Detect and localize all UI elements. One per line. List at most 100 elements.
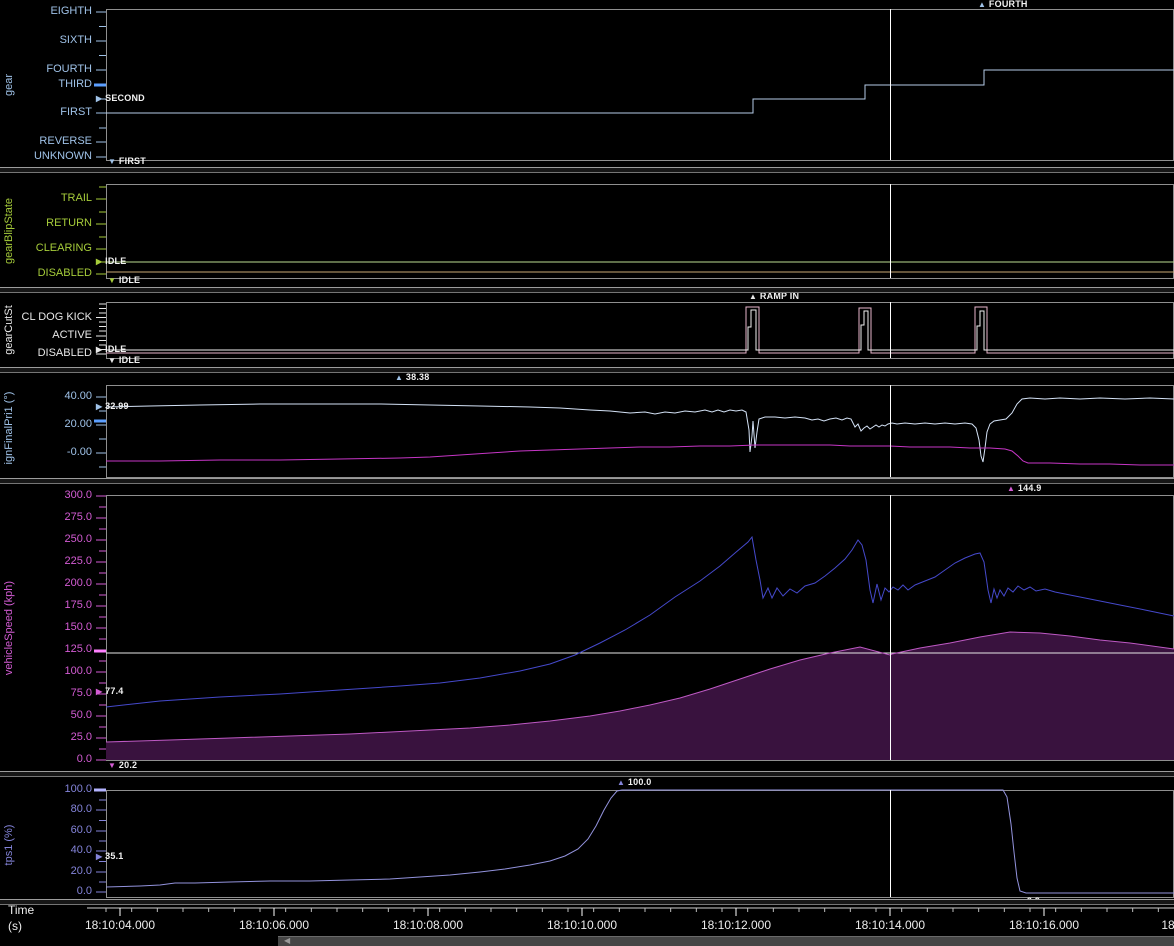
- gear-max-marker-icon: ▲: [978, 0, 986, 9]
- ignFinalPri1-cursor-marker-label: 32.99: [105, 401, 129, 411]
- time-cursor-tps1[interactable]: [890, 790, 891, 897]
- tps1-tick-label-8: 20.0: [0, 865, 92, 878]
- time-cursor-vehicleSpeed[interactable]: [890, 495, 891, 760]
- ignFinalPri1-tick-label-5: -0.00: [0, 446, 92, 459]
- gear-tick-label-7: FIRST: [0, 106, 92, 119]
- panel-separator-2: [0, 367, 1174, 373]
- time-axis-label-5: 18:10:14.000: [855, 918, 925, 932]
- plot-area-gearBlipState[interactable]: [106, 184, 1174, 278]
- vehicleSpeed-tick-label-14: 125.0: [0, 643, 92, 656]
- gearCutSt-tick-label-3: CL DOG KICK: [0, 311, 92, 324]
- ignFinalPri1-tick-label-3: 20.00: [0, 418, 92, 431]
- gearCutSt-cursor-marker: ▶IDLE: [96, 345, 126, 354]
- panel-separator-3: [0, 478, 1174, 484]
- vehicleSpeed-tick-label-25: 0.0: [0, 753, 92, 766]
- vehicleSpeed-max-marker-label: 144.9: [1018, 483, 1042, 493]
- vehicleSpeed-tick-label-23: 25.0: [0, 731, 92, 744]
- time-axis-label-3: 18:10:10.000: [547, 918, 617, 932]
- gear-max-marker: ▲FOURTH: [978, 0, 1028, 9]
- gearBlipState-min-marker-label: IDLE: [119, 275, 140, 285]
- tps1-max-marker: ▲100.0: [617, 778, 651, 787]
- gearCutSt-cursor-marker-label: IDLE: [105, 344, 126, 354]
- gearBlipState-tick-label-5: CLEARING: [0, 242, 92, 255]
- gearBlipState-tick-label-7: DISABLED: [0, 267, 92, 280]
- horizontal-scrollbar[interactable]: ◀: [278, 936, 1174, 946]
- vehicleSpeed-min-marker: ▼20.2: [108, 761, 137, 770]
- panel-separator-0: [0, 167, 1174, 173]
- time-cursor-gearBlipState[interactable]: [890, 184, 891, 278]
- ignFinalPri1-cursor-marker: ▶32.99: [96, 402, 129, 411]
- time-cursor-ignFinalPri1[interactable]: [890, 385, 891, 477]
- gear-min-marker: ▼FIRST: [108, 157, 146, 166]
- gearCutSt-tick-label-11: DISABLED: [0, 347, 92, 360]
- gearBlipState-cursor-marker-label: IDLE: [105, 256, 126, 266]
- gear-tick-label-9: REVERSE: [0, 135, 92, 148]
- tps1-tick-label-4: 60.0: [0, 824, 92, 837]
- gear-min-marker-icon: ▼: [108, 157, 116, 166]
- time-axis-label-0: 18:10:04.000: [85, 918, 155, 932]
- vehicleSpeed-tick-label-2: 275.0: [0, 511, 92, 524]
- vehicleSpeed-cursor-marker: ▶77.4: [96, 687, 123, 696]
- gear-cursor-marker-icon: ▶: [96, 94, 102, 103]
- tps1-tick-label-10: 0.0: [0, 885, 92, 898]
- tps1-cursor-marker-label: 35.1: [105, 851, 123, 861]
- ignFinalPri1-tick-label-0: 40.00: [0, 390, 92, 403]
- gear-tick-label-4: FOURTH: [0, 63, 92, 76]
- time-axis-label-4: 18:10:12.000: [701, 918, 771, 932]
- vehicleSpeed-tick-label-0: 300.0: [0, 489, 92, 502]
- gearCutSt-min-marker: ▼IDLE: [108, 356, 140, 365]
- gearBlipState-cursor-marker-icon: ▶: [96, 257, 102, 266]
- ignFinalPri1-cursor-marker-icon: ▶: [96, 402, 102, 411]
- time-axis-label-1: 18:10:06.000: [239, 918, 309, 932]
- tps1-tick-label-2: 80.0: [0, 803, 92, 816]
- gearCutSt-cursor-marker-icon: ▶: [96, 345, 102, 354]
- tps1-cursor-marker-icon: ▶: [96, 852, 102, 861]
- plot-area-tps1[interactable]: [106, 790, 1174, 897]
- plot-area-vehicleSpeed[interactable]: [106, 495, 1174, 760]
- vehicleSpeed-tick-label-17: 100.0: [0, 665, 92, 678]
- gearCutSt-min-marker-icon: ▼: [108, 356, 116, 365]
- gearBlipState-min-marker: ▼IDLE: [108, 276, 140, 285]
- vehicleSpeed-tick-label-19: 75.0: [0, 687, 92, 700]
- panel-separator-1: [0, 287, 1174, 293]
- ignFinalPri1-max-marker-icon: ▲: [395, 373, 403, 382]
- vehicleSpeed-cursor-marker-icon: ▶: [96, 687, 102, 696]
- tps1-cursor-marker: ▶35.1: [96, 852, 123, 861]
- plot-area-gear[interactable]: [106, 9, 1174, 160]
- vehicleSpeed-tick-label-8: 200.0: [0, 577, 92, 590]
- scroll-left-arrow-icon[interactable]: ◀: [284, 936, 290, 946]
- vehicleSpeed-max-marker: ▲144.9: [1007, 484, 1041, 493]
- gearCutSt-min-marker-label: IDLE: [119, 355, 140, 365]
- ignFinalPri1-max-marker-label: 38.38: [406, 372, 430, 382]
- gear-cursor-marker: ▶SECOND: [96, 94, 145, 103]
- vehicleSpeed-tick-label-6: 225.0: [0, 555, 92, 568]
- vehicleSpeed-tick-label-10: 175.0: [0, 599, 92, 612]
- gearBlipState-cursor-marker: ▶IDLE: [96, 257, 126, 266]
- gearBlipState-tick-label-3: RETURN: [0, 217, 92, 230]
- tps1-tick-label-0: 100.0: [0, 783, 92, 796]
- gearCutSt-max-marker-icon: ▲: [749, 292, 757, 301]
- time-cursor-gearCutSt[interactable]: [890, 302, 891, 358]
- vehicleSpeed-tick-label-12: 150.0: [0, 621, 92, 634]
- gear-tick-label-10: UNKNOWN: [0, 150, 92, 163]
- ignFinalPri1-max-marker: ▲38.38: [395, 373, 429, 382]
- vehicleSpeed-tick-label-4: 250.0: [0, 533, 92, 546]
- gear-tick-label-0: EIGHTH: [0, 5, 92, 18]
- gear-max-marker-label: FOURTH: [989, 0, 1028, 9]
- plot-area-ignFinalPri1[interactable]: [106, 385, 1174, 477]
- vehicleSpeed-tick-label-21: 50.0: [0, 709, 92, 722]
- gearCutSt-tick-label-7: ACTIVE: [0, 329, 92, 342]
- panel-separator-5: [0, 899, 1174, 905]
- vehicleSpeed-min-marker-icon: ▼: [108, 761, 116, 770]
- plot-area-gearCutSt[interactable]: [106, 302, 1174, 358]
- gear-tick-label-5: THIRD: [0, 78, 92, 91]
- time-cursor-gear[interactable]: [890, 9, 891, 160]
- tps1-tick-label-6: 40.0: [0, 844, 92, 857]
- gearBlipState-min-marker-icon: ▼: [108, 276, 116, 285]
- gearCutSt-max-marker: ▲RAMP IN: [749, 292, 799, 301]
- vehicleSpeed-max-marker-icon: ▲: [1007, 484, 1015, 493]
- time-axis-label-6: 18:10:16.000: [1009, 918, 1079, 932]
- tps1-max-marker-icon: ▲: [617, 778, 625, 787]
- vehicleSpeed-min-marker-label: 20.2: [119, 760, 137, 770]
- tps1-max-marker-label: 100.0: [628, 777, 652, 787]
